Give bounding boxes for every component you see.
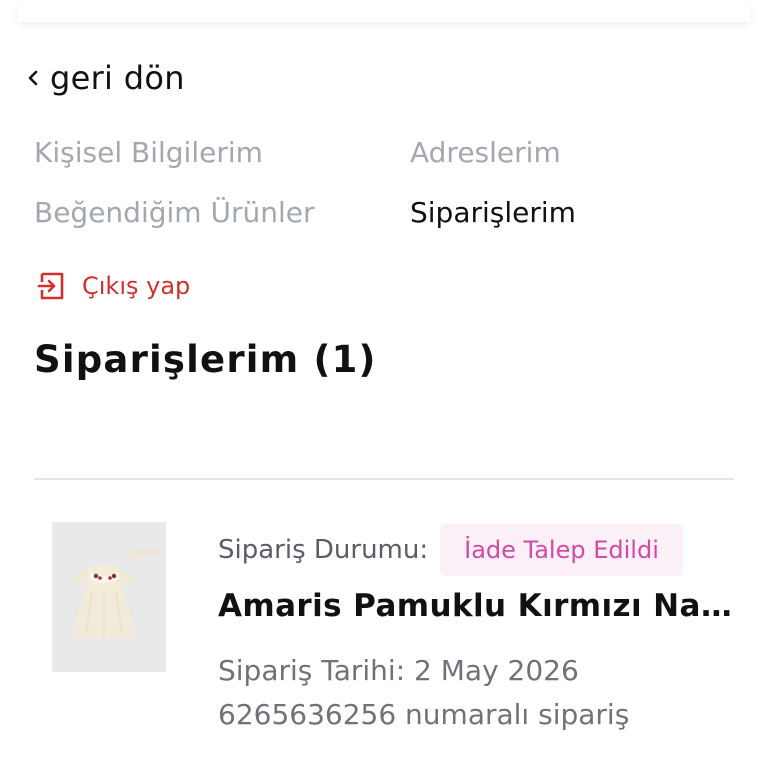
header-bar: [18, 0, 750, 22]
divider: [34, 478, 734, 480]
order-card[interactable]: Sipariş Durumu: İade Talep Edildi Amaris…: [0, 500, 768, 750]
back-label: geri dön: [50, 59, 185, 97]
menu-item-liked-products[interactable]: Beğendiğim Ürünler: [34, 196, 314, 229]
product-thumbnail[interactable]: [52, 522, 166, 672]
order-date: Sipariş Tarihi: 2 May 2026: [218, 654, 579, 687]
product-name[interactable]: Amaris Pamuklu Kırmızı Nakış Detaylı Elb…: [218, 588, 738, 624]
logout-label: Çıkış yap: [82, 272, 191, 300]
status-badge: İade Talep Edildi: [440, 524, 683, 576]
order-status: Sipariş Durumu: İade Talep Edildi: [218, 524, 683, 576]
logout-icon: [36, 270, 68, 302]
menu-item-personal-info[interactable]: Kişisel Bilgilerim: [34, 136, 263, 169]
chevron-left-icon: [26, 58, 50, 98]
page-title: Siparişlerim (1): [34, 338, 377, 381]
logout-button[interactable]: Çıkış yap: [36, 270, 190, 302]
back-button[interactable]: geri dön: [26, 58, 185, 98]
status-label: Sipariş Durumu:: [218, 535, 429, 565]
menu-item-addresses[interactable]: Adreslerim: [410, 136, 561, 169]
menu-item-orders[interactable]: Siparişlerim: [410, 196, 576, 229]
order-number: 6265636256 numaralı sipariş: [218, 698, 630, 731]
